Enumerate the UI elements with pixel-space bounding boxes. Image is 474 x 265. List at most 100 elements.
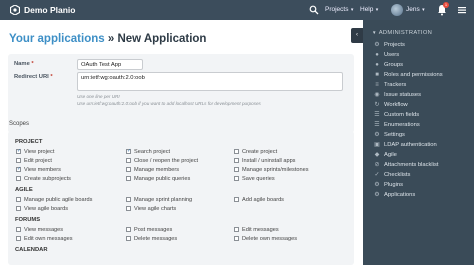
sidebar-item-attachments-blacklist[interactable]: ⊘ Attachments blacklist — [374, 162, 438, 168]
roles-icon: ■ — [375, 72, 379, 78]
scope-manage-public-queries[interactable]: Manage public queries — [126, 175, 190, 182]
scope-view-members[interactable]: View members — [16, 166, 61, 173]
name-field[interactable]: OAuth Test App — [77, 59, 143, 70]
sidebar-item-roles[interactable]: ■ Roles and permissions — [374, 72, 442, 78]
sidebar-item-users[interactable]: ● Users — [374, 52, 399, 58]
top-bar: Demo Planio Projects ▾ Help ▾ Jens ▾ 1 — [0, 0, 474, 20]
projects-icon: ⚙ — [374, 42, 380, 48]
sidebar-item-enumerations[interactable]: ☰ Enumerations — [374, 122, 419, 128]
checkbox[interactable] — [234, 227, 239, 232]
page-title: Your applications » New Application — [9, 33, 206, 45]
app-brand[interactable]: Demo Planio — [24, 5, 75, 15]
scope-manage-members[interactable]: Manage members — [126, 166, 179, 173]
scope-view-agile-boards[interactable]: View agile boards — [16, 205, 68, 212]
checkbox[interactable] — [234, 149, 239, 154]
sidebar-item-groups[interactable]: ● Groups — [374, 62, 403, 68]
checkbox[interactable] — [16, 197, 21, 202]
sidebar-title: ▼ ADMINISTRATION — [372, 30, 433, 36]
checkbox[interactable] — [126, 167, 131, 172]
attachments-icon: ⊘ — [374, 162, 380, 168]
scope-create-subprojects[interactable]: Create subprojects — [16, 175, 71, 182]
checkbox[interactable] — [234, 236, 239, 241]
sidebar-item-settings[interactable]: ⚙ Settings — [374, 132, 405, 138]
scopes-panel: PROJECT View project Search project Crea… — [8, 131, 354, 265]
sidebar-item-custom-fields[interactable]: ☰ Custom fields — [374, 112, 419, 118]
checkbox[interactable] — [234, 167, 239, 172]
scope-search-project[interactable]: Search project — [126, 148, 170, 155]
avatar[interactable] — [391, 4, 403, 16]
checkbox[interactable] — [126, 148, 131, 154]
sidebar-item-trackers[interactable]: ≡ Trackers — [374, 82, 406, 88]
sidebar-item-checklists[interactable]: ✓ Checklists — [374, 172, 410, 178]
enumerations-icon: ☰ — [374, 122, 380, 128]
checkbox[interactable] — [126, 158, 131, 163]
sidebar-item-workflow[interactable]: ↻ Workflow — [374, 102, 407, 108]
scope-install-apps[interactable]: Install / uninstall apps — [234, 157, 295, 164]
notification-badge: 1 — [443, 2, 449, 8]
breadcrumb-applications[interactable]: Your applications — [9, 33, 105, 45]
scope-edit-own-messages[interactable]: Edit own messages — [16, 235, 73, 242]
checkbox[interactable] — [16, 176, 21, 181]
checkbox[interactable] — [16, 166, 21, 172]
scope-post-messages[interactable]: Post messages — [126, 226, 172, 233]
scope-delete-own-messages[interactable]: Delete own messages — [234, 235, 297, 242]
hamburger-menu-icon[interactable] — [457, 5, 467, 15]
checkbox[interactable] — [16, 206, 21, 211]
redirect-uri-field[interactable]: urn:ietf:wg:oauth:2.0:oob — [77, 72, 343, 91]
checkbox[interactable] — [16, 158, 21, 163]
checkbox[interactable] — [16, 236, 21, 241]
scope-edit-messages[interactable]: Edit messages — [234, 226, 279, 233]
sidebar-item-agile[interactable]: ◆ Agile — [374, 152, 397, 158]
main-content: Your applications » New Application Name… — [0, 20, 363, 265]
scope-edit-project[interactable]: Edit project — [16, 157, 52, 164]
page-title-text: New Application — [117, 33, 207, 45]
scope-view-agile-charts[interactable]: View agile charts — [126, 205, 176, 212]
scope-close-reopen-project[interactable]: Close / reopen the project — [126, 157, 198, 164]
redirect-hint-2: Use urn:ietf:wg:oauth:2.0:oob if you wan… — [77, 101, 261, 106]
scope-view-messages[interactable]: View messages — [16, 226, 63, 233]
checkbox[interactable] — [234, 176, 239, 181]
checkbox[interactable] — [126, 176, 131, 181]
redirect-uri-label: Redirect URI * — [14, 74, 53, 80]
checkbox[interactable] — [126, 197, 131, 202]
sidebar-item-projects[interactable]: ⚙ Projects — [374, 42, 405, 48]
plugins-icon: ⚙ — [374, 182, 380, 188]
sidebar-item-plugins[interactable]: ⚙ Plugins — [374, 182, 403, 188]
scope-manage-sprints[interactable]: Manage sprints/milestones — [234, 166, 309, 173]
checkbox[interactable] — [234, 197, 239, 202]
search-icon[interactable] — [309, 5, 319, 15]
nav-user[interactable]: Jens ▾ — [406, 6, 425, 13]
settings-icon: ⚙ — [374, 132, 380, 138]
ldap-icon: ▣ — [374, 142, 380, 148]
scope-view-project[interactable]: View project — [16, 148, 54, 155]
scope-delete-messages[interactable]: Delete messages — [126, 235, 177, 242]
scope-save-queries[interactable]: Save queries — [234, 175, 275, 182]
scope-create-project[interactable]: Create project — [234, 148, 277, 155]
scope-group-project: PROJECT — [15, 139, 43, 145]
scope-add-agile-boards[interactable]: Add agile boards — [234, 196, 284, 203]
scope-group-agile: AGILE — [15, 187, 33, 193]
chevron-down-icon: ▾ — [374, 7, 379, 13]
checkbox[interactable] — [126, 206, 131, 211]
trackers-icon: ≡ — [375, 82, 379, 88]
planio-logo-icon[interactable] — [10, 5, 20, 15]
checkbox[interactable] — [234, 158, 239, 163]
nav-projects[interactable]: Projects ▾ — [325, 6, 353, 13]
sidebar-item-ldap[interactable]: ▣ LDAP authentication — [374, 142, 437, 148]
checkbox[interactable] — [16, 227, 21, 232]
name-label: Name * — [14, 61, 34, 67]
sidebar-toggle-button[interactable]: ‹ — [351, 28, 363, 43]
breadcrumb-separator: » — [104, 33, 118, 45]
scope-manage-sprint-planning[interactable]: Manage sprint planning — [126, 196, 192, 203]
nav-help[interactable]: Help ▾ — [360, 6, 378, 13]
chevron-left-icon: ‹ — [356, 32, 358, 38]
sidebar-item-applications[interactable]: ⚙ Applications — [374, 192, 415, 198]
chevron-down-icon: ▾ — [420, 7, 425, 13]
custom-fields-icon: ☰ — [374, 112, 380, 118]
sidebar-item-issue-statuses[interactable]: ◉ Issue statuses — [374, 92, 421, 98]
checkbox[interactable] — [126, 227, 131, 232]
chevron-down-icon: ▾ — [349, 7, 354, 13]
checkbox[interactable] — [126, 236, 131, 241]
scope-manage-public-agile-boards[interactable]: Manage public agile boards — [16, 196, 92, 203]
checkbox[interactable] — [16, 148, 21, 154]
